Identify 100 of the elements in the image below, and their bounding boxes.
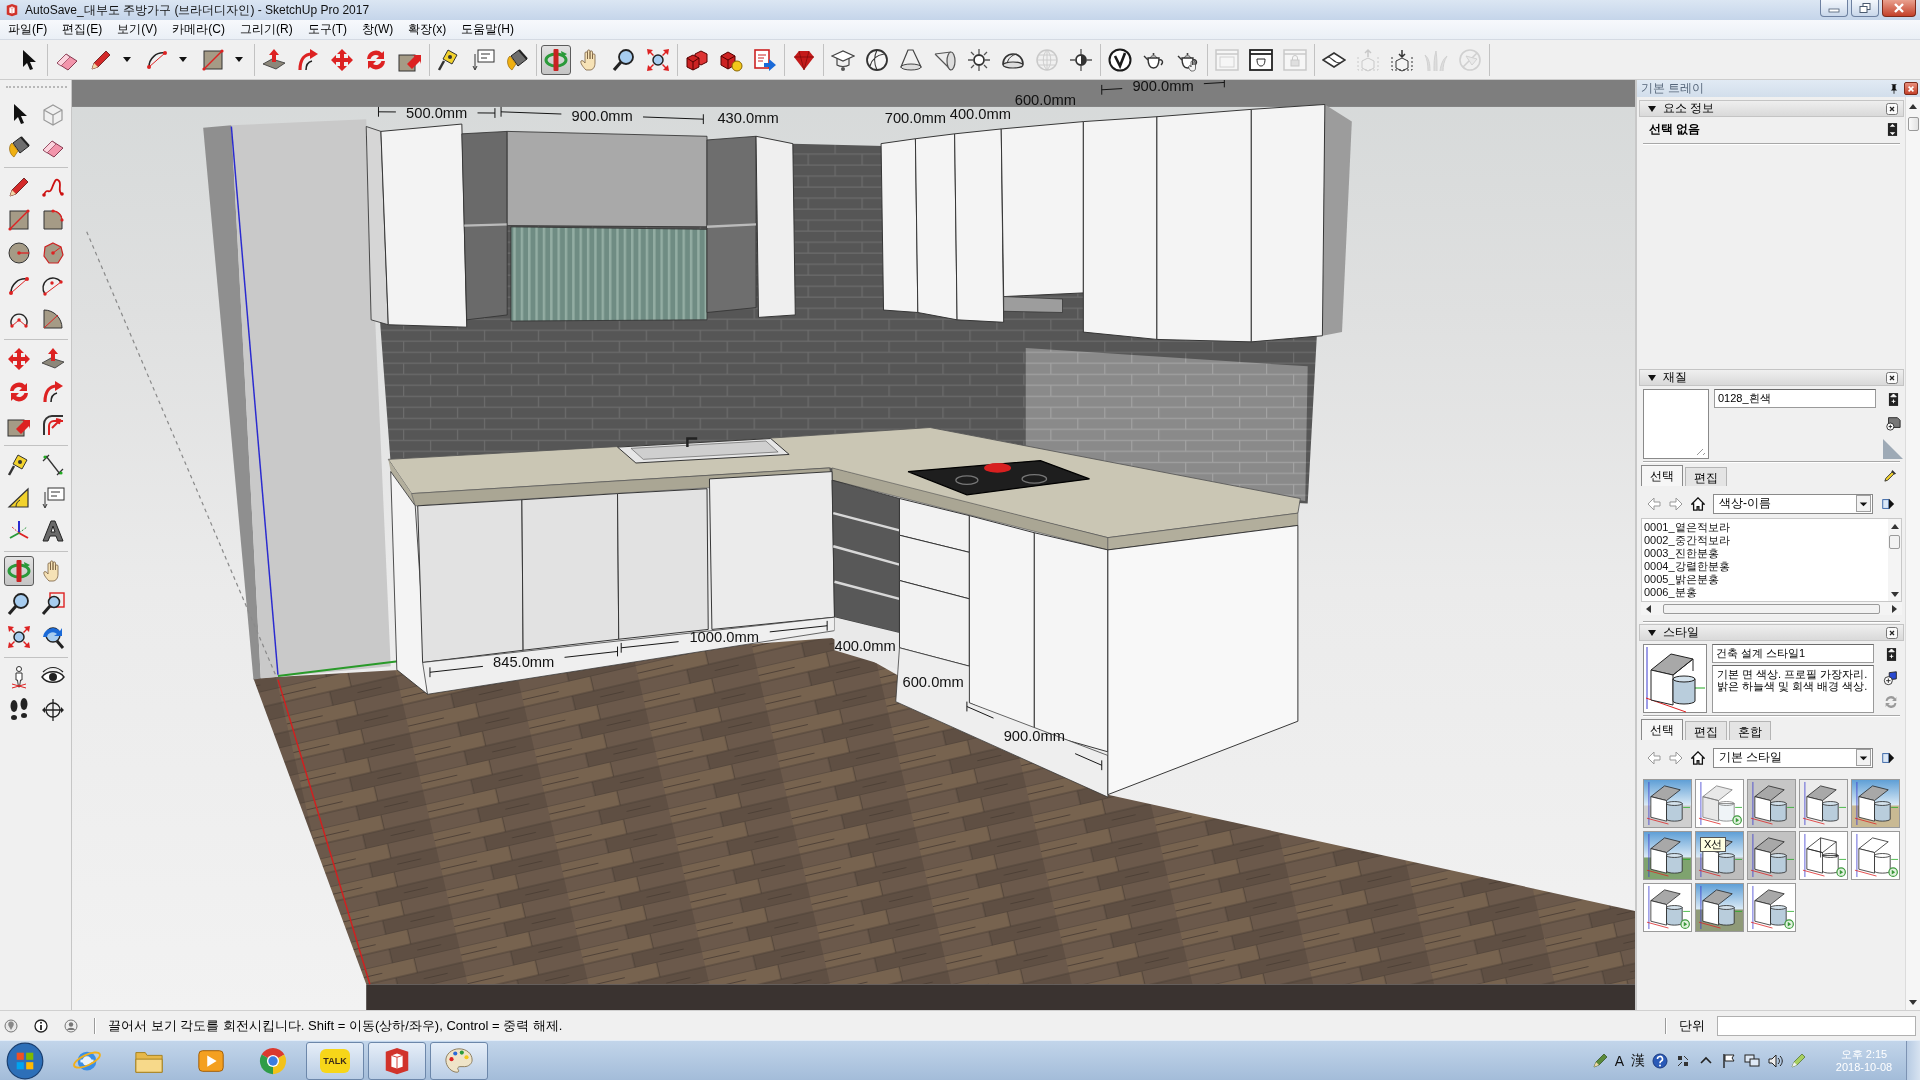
style-name-field[interactable]: 건축 설계 스타일1	[1712, 644, 1874, 663]
scroll-thumb[interactable]	[1663, 603, 1880, 614]
info-icon[interactable]	[34, 1018, 48, 1033]
details-toggle-icon[interactable]	[1887, 392, 1899, 407]
zoom-extents-icon[interactable]	[646, 47, 670, 72]
flag-icon[interactable]	[1721, 1052, 1737, 1069]
menu-item[interactable]: 도움말(H)	[455, 21, 520, 38]
list-item[interactable]: 0005_밝은분홍	[1644, 573, 1886, 586]
caret-icon[interactable]	[1856, 749, 1871, 766]
style-thumbnail[interactable]	[1643, 831, 1692, 880]
scroll-up-icon[interactable]	[1909, 103, 1917, 109]
menu-item[interactable]: 카메라(C)	[166, 21, 231, 38]
style-thumbnail[interactable]	[1851, 831, 1900, 880]
help-icon[interactable]	[1652, 1052, 1668, 1069]
arc-icon[interactable]	[7, 274, 31, 298]
pen-icon[interactable]	[1790, 1052, 1806, 1069]
tab[interactable]: 편집	[1685, 467, 1727, 486]
section-header[interactable]: 요소 정보	[1639, 100, 1904, 117]
rectangle-icon[interactable]	[201, 47, 225, 72]
menu-item[interactable]: 그리기(R)	[234, 21, 299, 38]
menu-item[interactable]: 도구(T)	[301, 21, 353, 38]
rectangle-icon[interactable]	[7, 208, 31, 232]
section-header[interactable]: 스타일	[1639, 624, 1904, 641]
scrollbar[interactable]	[1905, 97, 1920, 1010]
style-thumbnail[interactable]	[1643, 883, 1692, 932]
scrollbar[interactable]	[1888, 519, 1901, 601]
menu-item[interactable]: 파일(F)	[2, 21, 54, 38]
close-icon[interactable]	[1886, 626, 1898, 639]
home-icon[interactable]	[1691, 750, 1705, 765]
list-item[interactable]: 0003_진한분홍	[1644, 547, 1886, 560]
chat-logo[interactable]: TALK	[320, 1048, 350, 1073]
location-pin-icon[interactable]	[4, 1018, 18, 1033]
section-plane-icon[interactable]	[41, 698, 65, 722]
list-item[interactable]: 0006_분홍	[1644, 586, 1886, 599]
scroll-left-icon[interactable]	[1645, 604, 1651, 613]
tab[interactable]: 편집	[1685, 721, 1727, 740]
document-arrow-icon[interactable]	[753, 47, 777, 72]
check-circle-icon[interactable]	[1108, 47, 1132, 72]
style-thumbnail[interactable]	[1799, 831, 1848, 880]
menu-item[interactable]: 보기(V)	[111, 21, 164, 38]
pen-icon[interactable]	[1591, 1052, 1608, 1069]
style-thumbnail[interactable]	[1799, 779, 1848, 828]
zoom-icon[interactable]	[612, 47, 636, 72]
polygon-icon[interactable]	[41, 241, 65, 265]
text-label-icon[interactable]	[41, 486, 65, 510]
dimension-icon[interactable]	[41, 453, 65, 477]
list-item[interactable]: 0001_옅은적보라	[1644, 521, 1886, 534]
details-arrow-icon[interactable]	[1881, 750, 1895, 765]
network-icon[interactable]	[1744, 1052, 1760, 1069]
input-mode-indicator[interactable]: A	[1614, 1052, 1624, 1069]
close-icon[interactable]	[1886, 371, 1898, 384]
zoom-window-icon[interactable]	[41, 592, 65, 616]
start-orb-icon[interactable]	[6, 1041, 44, 1080]
collection-dropdown[interactable]: 색상-이름	[1713, 493, 1873, 514]
forward-arrow-icon[interactable]	[1669, 496, 1683, 511]
back-arrow-icon[interactable]	[1647, 750, 1661, 765]
cone-icon[interactable]	[899, 47, 923, 72]
caret-icon[interactable]	[235, 57, 243, 62]
caret-icon[interactable]	[179, 57, 187, 62]
person-icon[interactable]	[64, 1018, 78, 1033]
move-arrows-icon[interactable]	[330, 47, 354, 72]
show-desktop-button[interactable]	[1906, 1040, 1920, 1080]
curved-arrow-icon[interactable]	[296, 47, 320, 72]
offset-icon[interactable]	[41, 413, 65, 437]
orbit-icon[interactable]	[4, 556, 34, 586]
push-pull-icon[interactable]	[262, 47, 286, 72]
pie-icon[interactable]	[41, 307, 65, 331]
collapse-triangle-icon[interactable]	[1648, 629, 1656, 636]
scroll-right-icon[interactable]	[1892, 604, 1898, 613]
scroll-thumb[interactable]	[1889, 535, 1900, 549]
half-sun-icon[interactable]	[1069, 47, 1093, 72]
input-mode-indicator[interactable]: 漢	[1631, 1051, 1645, 1070]
taskbar-button[interactable]: TALK	[306, 1041, 364, 1080]
home-icon[interactable]	[1691, 496, 1705, 511]
menu-item[interactable]: 확장(x)	[402, 21, 453, 38]
tab[interactable]: 선택	[1641, 465, 1683, 486]
collapse-triangle-icon[interactable]	[1648, 374, 1656, 381]
style-thumbnail[interactable]	[1695, 779, 1744, 828]
style-thumbnail[interactable]	[1747, 831, 1796, 880]
caret-icon[interactable]	[123, 57, 131, 62]
scrollbar[interactable]	[1641, 602, 1902, 615]
menu-item[interactable]: 창(W)	[356, 21, 400, 38]
box-down-arrow-icon[interactable]	[1390, 47, 1414, 72]
details-arrow-icon[interactable]	[1881, 496, 1895, 511]
section-header[interactable]: 재질	[1639, 369, 1904, 386]
style-thumbnail[interactable]	[1747, 883, 1796, 932]
menu-item[interactable]: 편집(E)	[56, 21, 109, 38]
push-pull-icon[interactable]	[41, 347, 65, 371]
taskbar-button[interactable]	[430, 1041, 488, 1080]
3d-letter-icon[interactable]	[41, 519, 65, 543]
details-toggle-icon[interactable]	[1887, 122, 1898, 137]
taskbar-button[interactable]	[368, 1041, 426, 1080]
move-arrows-icon[interactable]	[7, 347, 31, 371]
style-thumbnail[interactable]	[1643, 779, 1692, 828]
minimize-button[interactable]	[1820, 0, 1848, 17]
style-thumbnail[interactable]	[1747, 779, 1796, 828]
paint-bucket-icon[interactable]	[505, 47, 529, 72]
back-arrow-icon[interactable]	[1647, 496, 1661, 511]
scroll-down-icon[interactable]	[1909, 1000, 1917, 1006]
two-point-arc-icon[interactable]	[41, 274, 65, 298]
